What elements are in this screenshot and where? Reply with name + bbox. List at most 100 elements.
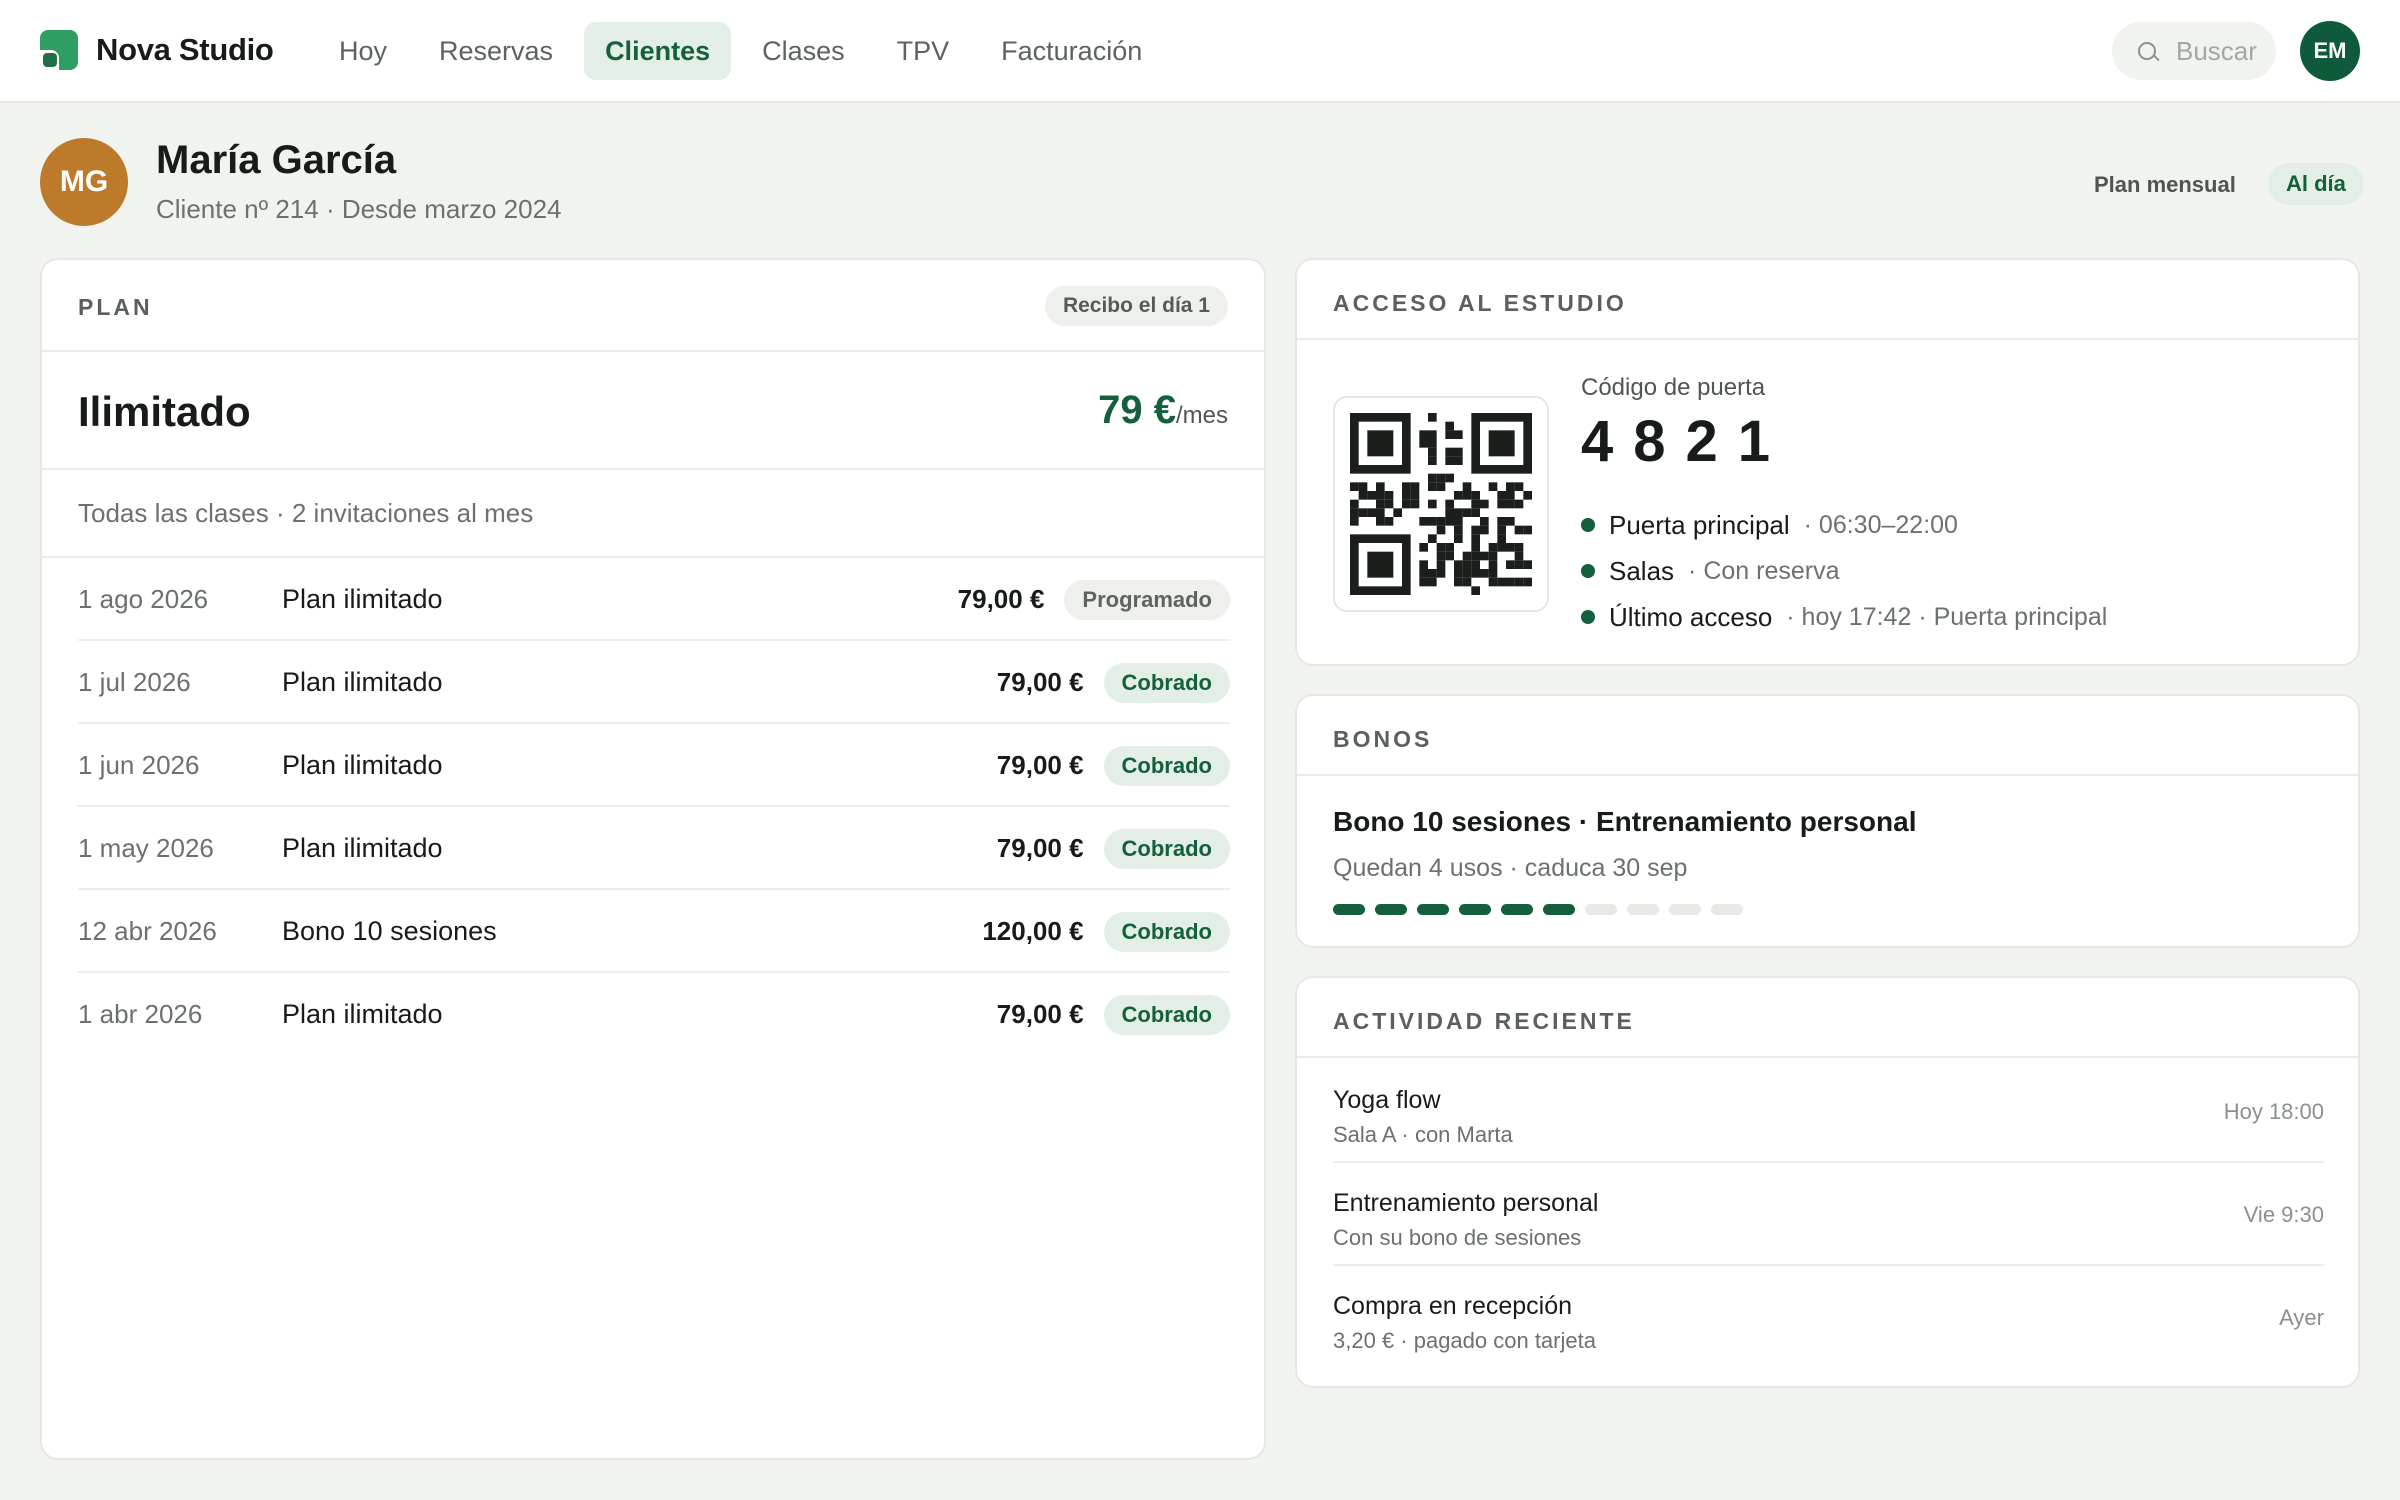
- invoice-amount: 79,00 €: [996, 667, 1084, 697]
- client-name: María García: [156, 138, 397, 182]
- plan-price-period: /mes: [1175, 402, 1228, 429]
- divider: [42, 468, 1264, 470]
- activity-title: Entrenamiento personal: [1333, 1189, 1599, 1217]
- activity-time: Vie 9:30: [2243, 1202, 2324, 1227]
- nav-item-tpv[interactable]: TPV: [876, 22, 971, 80]
- bono-session-segment: [1417, 904, 1449, 915]
- activity-title: Yoga flow: [1333, 1086, 1441, 1114]
- invoice-date: 1 abr 2026: [78, 999, 203, 1029]
- activity-item[interactable]: Yoga flow Sala A · con Marta Hoy 18:00: [1333, 1060, 2324, 1163]
- divider: [1297, 338, 2358, 340]
- divider: [1297, 774, 2358, 776]
- nav-item-facturacion[interactable]: Facturación: [980, 22, 1163, 80]
- invoice-status-badge: Cobrado: [1103, 662, 1230, 703]
- plan-card: Plan Recibo el día 1 Ilimitado 79 €/mes …: [40, 258, 1266, 1460]
- bono-session-segment: [1501, 904, 1533, 915]
- activity-card: Actividad reciente Yoga flow Sala A · co…: [1295, 976, 2360, 1388]
- activity-time: Ayer: [2279, 1305, 2324, 1330]
- invoice-row[interactable]: 1 jun 2026 Plan ilimitado 79,00 € Cobrad…: [78, 724, 1230, 807]
- client-avatar: MG: [40, 138, 128, 226]
- activity-item[interactable]: Entrenamiento personal Con su bono de se…: [1333, 1163, 2324, 1266]
- qr-code[interactable]: [1333, 396, 1549, 612]
- access-item-name: Último acceso: [1609, 601, 1773, 632]
- client-subtitle: Cliente nº 214 · Desde marzo 2024: [156, 194, 562, 224]
- invoice-status-badge: Cobrado: [1103, 994, 1230, 1035]
- status-dot-icon: [1581, 518, 1595, 532]
- brand[interactable]: Nova Studio: [40, 30, 274, 70]
- client-status-badge: Al día: [2268, 163, 2364, 205]
- plan-price: 79 €/mes: [1098, 388, 1228, 433]
- invoice-date: 1 jul 2026: [78, 667, 191, 697]
- invoice-row[interactable]: 1 may 2026 Plan ilimitado 79,00 € Cobrad…: [78, 807, 1230, 890]
- invoice-date: 1 jun 2026: [78, 750, 200, 780]
- access-item: Salas · Con reserva: [1581, 548, 2107, 594]
- divider: [42, 350, 1264, 352]
- invoice-date: 1 may 2026: [78, 833, 214, 863]
- invoice-concept: Bono 10 sesiones: [282, 916, 497, 946]
- qr-code-icon: [1350, 413, 1532, 595]
- invoice-concept: Plan ilimitado: [282, 999, 443, 1029]
- access-list: Puerta principal · 06:30–22:00 Salas · C…: [1581, 502, 2107, 640]
- status-dot-icon: [1581, 564, 1595, 578]
- user-avatar[interactable]: EM: [2300, 21, 2360, 81]
- divider: [1297, 1056, 2358, 1058]
- bonos-card: Bonos Bono 10 sesiones · Entrenamiento p…: [1295, 694, 2360, 948]
- activity-card-title: Actividad reciente: [1333, 1008, 1635, 1034]
- nav-item-clientes[interactable]: Clientes: [584, 22, 732, 80]
- access-card: Acceso al estudio Código de puerta 4821 …: [1295, 258, 2360, 666]
- door-code-label: Código de puerta: [1581, 374, 1766, 401]
- invoice-status-badge: Programado: [1064, 579, 1230, 620]
- access-item-name: Salas: [1609, 555, 1675, 586]
- nav-item-hoy[interactable]: Hoy: [318, 22, 408, 80]
- invoice-row[interactable]: 1 ago 2026 Plan ilimitado 79,00 € Progra…: [78, 558, 1230, 641]
- nav-item-clases[interactable]: Clases: [741, 22, 866, 80]
- main-nav: Hoy Reservas Clientes Clases TPV Factura…: [318, 22, 1173, 80]
- access-item-detail: · hoy 17:42 · Puerta principal: [1786, 602, 2108, 631]
- bono-name: Bono 10 sesiones · Entrenamiento persona…: [1333, 806, 1917, 837]
- activity-time: Hoy 18:00: [2223, 1099, 2324, 1124]
- invoice-concept: Plan ilimitado: [282, 750, 443, 780]
- invoice-status-badge: Cobrado: [1103, 828, 1230, 869]
- client-plan-label: Plan mensual: [2094, 172, 2236, 197]
- bono-session-segment: [1375, 904, 1407, 915]
- bonos-card-title: Bonos: [1333, 726, 1433, 752]
- activity-title: Compra en recepción: [1333, 1292, 1573, 1320]
- bono-usage-bar: [1333, 904, 1753, 915]
- bono-session-segment: [1543, 904, 1575, 915]
- invoice-amount: 79,00 €: [996, 999, 1084, 1029]
- access-item: Último acceso · hoy 17:42 · Puerta princ…: [1581, 594, 2107, 640]
- invoice-concept: Plan ilimitado: [282, 584, 443, 614]
- activity-item[interactable]: Compra en recepción 3,20 € · pagado con …: [1333, 1266, 2324, 1369]
- invoice-concept: Plan ilimitado: [282, 667, 443, 697]
- invoice-status-badge: Cobrado: [1103, 911, 1230, 952]
- access-item-detail: · Con reserva: [1688, 556, 1840, 585]
- door-code: 4821: [1581, 409, 1791, 474]
- invoice-amount: 120,00 €: [982, 916, 1084, 946]
- bono-session-segment: [1627, 904, 1659, 915]
- top-bar: Nova Studio Hoy Reservas Clientes Clases…: [0, 0, 2400, 103]
- invoice-date: 12 abr 2026: [78, 916, 217, 946]
- bono-session-segment: [1669, 904, 1701, 915]
- invoice-date: 1 ago 2026: [78, 584, 209, 614]
- bono-subtitle: Quedan 4 usos · caduca 30 sep: [1333, 854, 1688, 882]
- bono-session-segment: [1333, 904, 1365, 915]
- access-card-title: Acceso al estudio: [1333, 290, 1627, 316]
- nav-item-reservas[interactable]: Reservas: [418, 22, 574, 80]
- access-item-detail: · 06:30–22:00: [1803, 510, 1958, 539]
- plan-card-title: Plan: [78, 294, 153, 320]
- activity-list: Yoga flow Sala A · con Marta Hoy 18:00 E…: [1333, 1060, 2324, 1369]
- invoice-status-badge: Cobrado: [1103, 745, 1230, 786]
- activity-subtitle: Con su bono de sesiones: [1333, 1225, 1582, 1250]
- invoice-list: 1 ago 2026 Plan ilimitado 79,00 € Progra…: [78, 558, 1230, 1056]
- invoice-row[interactable]: 1 jul 2026 Plan ilimitado 79,00 € Cobrad…: [78, 641, 1230, 724]
- activity-subtitle: Sala A · con Marta: [1333, 1122, 1513, 1147]
- invoice-amount: 79,00 €: [996, 750, 1084, 780]
- brand-name: Nova Studio: [96, 32, 274, 67]
- search-icon: [2138, 42, 2156, 60]
- search-input[interactable]: Buscar: [2112, 22, 2276, 80]
- invoice-row[interactable]: 12 abr 2026 Bono 10 sesiones 120,00 € Co…: [78, 890, 1230, 973]
- invoice-row[interactable]: 1 abr 2026 Plan ilimitado 79,00 € Cobrad…: [78, 973, 1230, 1056]
- invoice-amount: 79,00 €: [996, 833, 1084, 863]
- plan-description: Todas las clases · 2 invitaciones al mes: [78, 498, 534, 528]
- access-item: Puerta principal · 06:30–22:00: [1581, 502, 2107, 548]
